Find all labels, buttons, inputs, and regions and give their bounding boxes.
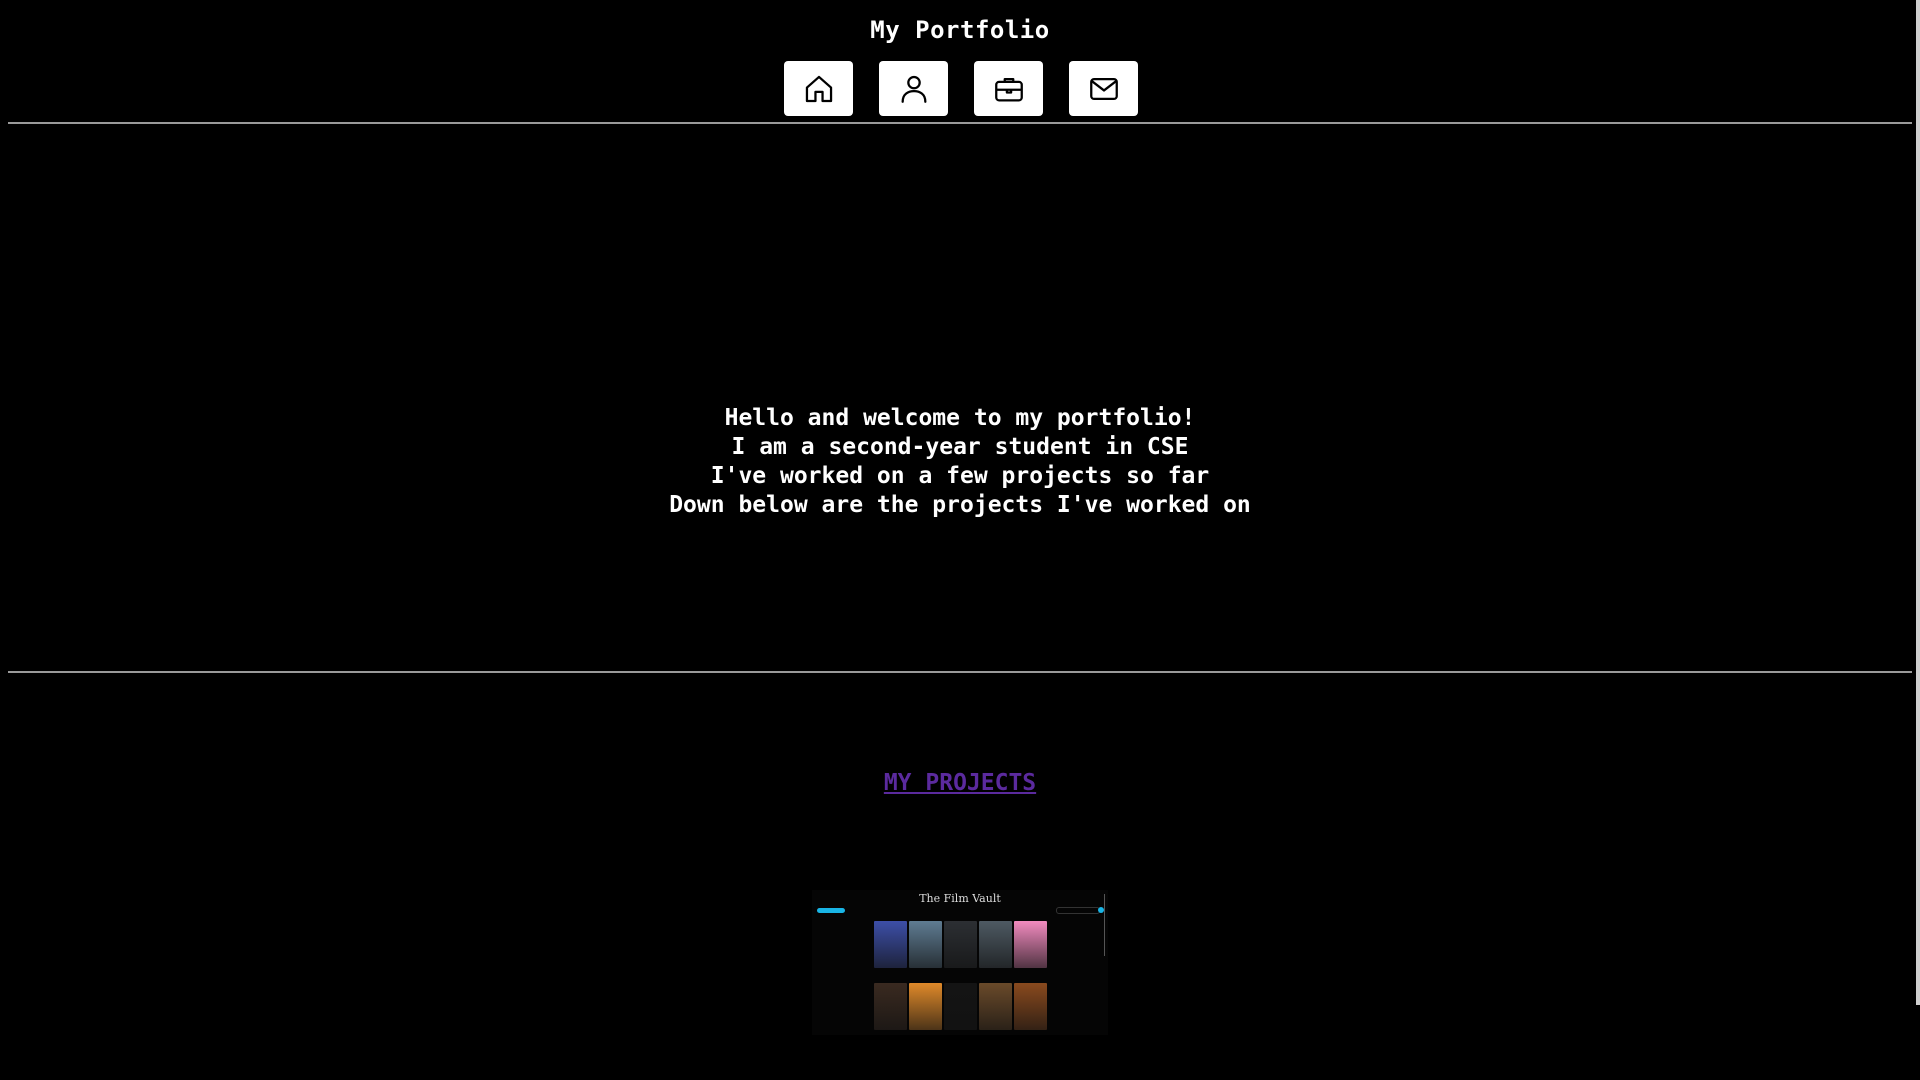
- intro-text: Hello and welcome to my portfolio! I am …: [0, 404, 1920, 520]
- nav-contact-button[interactable]: [1069, 61, 1138, 116]
- thumb-nav-pill: [817, 908, 845, 913]
- movie-poster: [944, 983, 977, 1030]
- user-icon: [901, 75, 926, 103]
- movie-poster: [979, 983, 1012, 1030]
- thumb-scrollbar: [1104, 894, 1105, 956]
- page-scrollbar[interactable]: [1916, 0, 1920, 1005]
- project-thumbnail-film-vault[interactable]: The Film Vault: [812, 890, 1108, 1035]
- project-title: The Film Vault: [919, 892, 1001, 905]
- briefcase-icon: [994, 77, 1023, 101]
- home-icon: [805, 75, 832, 102]
- portfolio-page: My Portfolio Hello and welcome to my por…: [0, 0, 1920, 1080]
- section-divider: [8, 671, 1912, 673]
- movie-poster: [874, 921, 907, 968]
- movie-poster: [979, 921, 1012, 968]
- movie-poster: [909, 983, 942, 1030]
- nav-about-button[interactable]: [879, 61, 948, 116]
- intro-line: Hello and welcome to my portfolio!: [724, 405, 1196, 431]
- nav-projects-button[interactable]: [974, 61, 1043, 116]
- site-title: My Portfolio: [870, 16, 1050, 44]
- nav-home-button[interactable]: [784, 61, 853, 116]
- intro-line: I am a second-year student in CSE: [731, 434, 1189, 460]
- movie-poster: [1014, 921, 1047, 968]
- movie-poster: [874, 983, 907, 1030]
- intro-line: Down below are the projects I've worked …: [669, 492, 1251, 518]
- thumb-search-bar: [1056, 907, 1100, 914]
- intro-line: I've worked on a few projects so far: [710, 463, 1210, 489]
- header-divider: [8, 122, 1912, 124]
- mail-icon: [1089, 77, 1118, 100]
- movie-poster: [1014, 983, 1047, 1030]
- poster-grid: [874, 921, 1047, 1030]
- movie-poster: [944, 921, 977, 968]
- projects-heading-link[interactable]: MY PROJECTS: [0, 770, 1920, 796]
- nav-bar: [784, 61, 1138, 116]
- movie-poster: [909, 921, 942, 968]
